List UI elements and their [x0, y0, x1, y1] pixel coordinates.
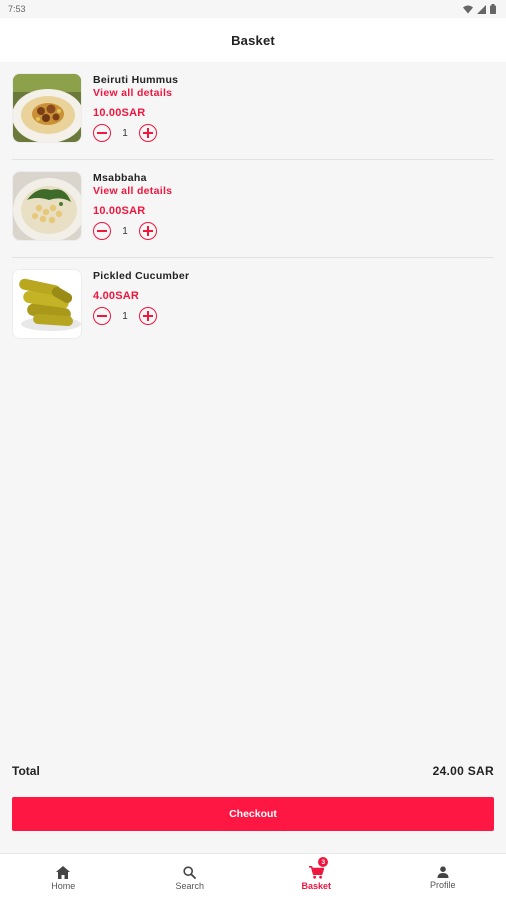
quantity-stepper: 1 [93, 306, 189, 326]
view-details-link[interactable]: View all details [93, 87, 178, 100]
basket-item: Pickled Cucumber 4.00SAR 1 [12, 269, 494, 339]
nav-label: Search [175, 880, 205, 891]
wifi-icon [463, 5, 473, 13]
quantity-stepper: 1 [93, 123, 178, 143]
item-price: 10.00SAR [93, 205, 146, 217]
item-name: Pickled Cucumber [93, 270, 190, 282]
item-price: 10.00SAR [93, 107, 146, 119]
basket-item: Beiruti Hummus View all details 10.00SAR… [12, 73, 494, 143]
item-info: Msabbaha View all details 10.00SAR 1 [93, 171, 172, 241]
item-price: 4.00SAR [93, 290, 140, 302]
app-bar: Basket [0, 18, 506, 62]
item-info: Pickled Cucumber 4.00SAR 1 [93, 269, 189, 339]
total-value: 24.00 SAR [432, 764, 494, 778]
msabbaha-image[interactable] [12, 171, 82, 241]
pickled-cucumber-image[interactable] [12, 269, 82, 339]
nav-label: Basket [301, 880, 332, 891]
total-label: Total [12, 764, 40, 778]
item-name: Msabbaha [93, 172, 147, 184]
decrease-quantity-button[interactable] [93, 307, 111, 325]
cart-icon [308, 865, 324, 879]
page-title: Basket [231, 32, 275, 48]
quantity-stepper: 1 [93, 221, 172, 241]
home-icon [56, 865, 71, 879]
total-row: Total 24.00 SAR [12, 764, 494, 778]
nav-item-search[interactable]: Search [127, 854, 254, 900]
decrease-quantity-button[interactable] [93, 222, 111, 240]
quantity-value: 1 [122, 225, 128, 237]
quantity-value: 1 [122, 127, 128, 139]
item-name: Beiruti Hummus [93, 74, 179, 86]
item-info: Beiruti Hummus View all details 10.00SAR… [93, 73, 178, 143]
status-bar: 7:53 [0, 0, 506, 18]
hummus-image[interactable] [12, 73, 82, 143]
signal-icon [477, 4, 486, 14]
basket-item: Msabbaha View all details 10.00SAR 1 [12, 171, 494, 241]
checkout-button[interactable]: Checkout [12, 797, 494, 831]
search-icon [183, 865, 197, 879]
quantity-value: 1 [122, 310, 128, 322]
nav-label: Home [51, 880, 76, 891]
cart-badge: 3 [318, 857, 329, 867]
divider [12, 159, 494, 160]
nav-item-profile[interactable]: Profile [380, 854, 506, 900]
bottom-nav: Home Search 3 Basket Profile [0, 853, 506, 900]
view-details-link[interactable]: View all details [93, 185, 172, 198]
divider [12, 257, 494, 258]
nav-label: Profile [429, 880, 456, 890]
increase-quantity-button[interactable] [139, 222, 157, 240]
increase-quantity-button[interactable] [139, 307, 157, 325]
person-icon [437, 866, 449, 878]
increase-quantity-button[interactable] [139, 124, 157, 142]
nav-item-home[interactable]: Home [0, 854, 127, 900]
status-time: 7:53 [8, 4, 26, 14]
battery-icon [490, 4, 496, 14]
status-icons [463, 4, 496, 14]
nav-item-basket[interactable]: 3 Basket [253, 854, 380, 900]
decrease-quantity-button[interactable] [93, 124, 111, 142]
